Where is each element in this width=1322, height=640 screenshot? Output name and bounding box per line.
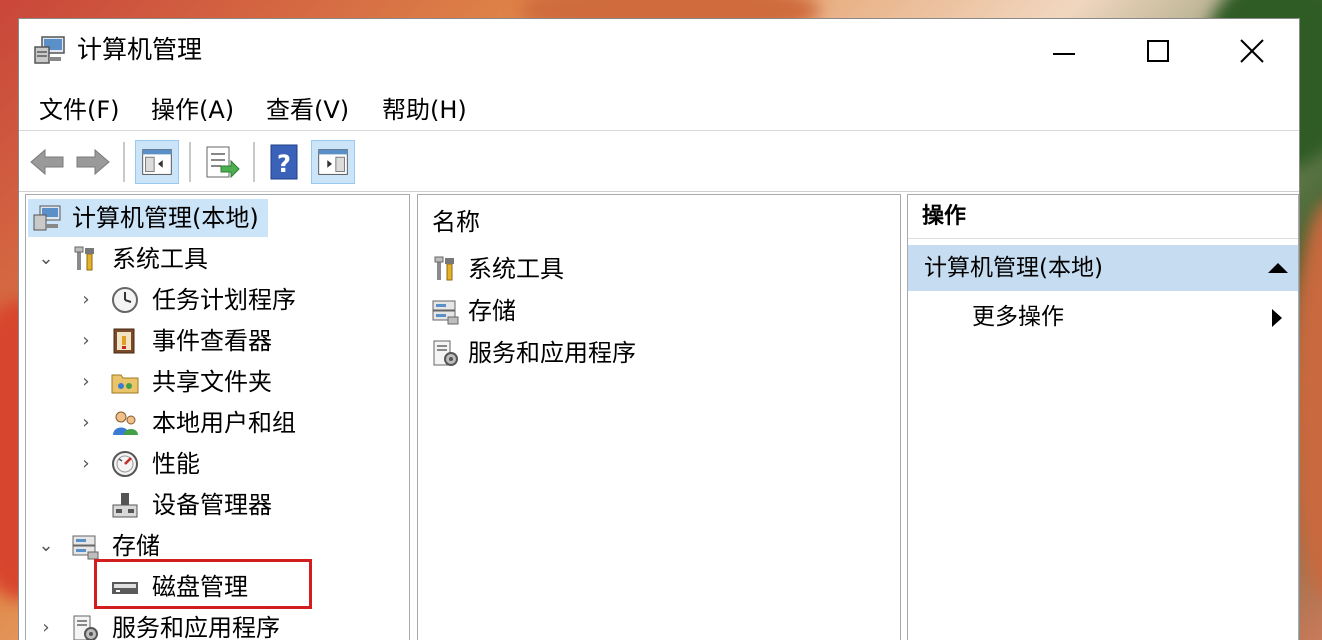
tree-label: 计算机管理(本地) (72, 204, 259, 232)
submenu-arrow-icon[interactable] (1272, 309, 1282, 327)
console-tree-pane: 计算机管理(本地) ⌄ 系统工具 › 任务计划程序 › 事件查看器 › 共享文件… (25, 194, 410, 640)
system-tools-icon (74, 246, 94, 271)
window-title: 计算机管理 (77, 35, 203, 64)
show-hide-console-tree-icon[interactable] (135, 140, 179, 184)
chevron-right-icon[interactable]: › (76, 331, 96, 351)
actions-pane: 操作 计算机管理(本地) 更多操作 (907, 194, 1299, 640)
chevron-right-icon[interactable]: › (76, 413, 96, 433)
minimize-icon[interactable] (1029, 29, 1099, 73)
svg-text:?: ? (277, 150, 291, 178)
tree-item-event-viewer[interactable]: › 事件查看器 (26, 322, 386, 360)
computer-management-icon (34, 36, 65, 64)
actions-title: 操作 (908, 195, 1298, 239)
storage-icon (72, 535, 99, 560)
actions-section-label: 计算机管理(本地) (924, 255, 1103, 281)
chevron-right-icon[interactable]: › (76, 290, 96, 310)
tree-item-device-manager[interactable]: 设备管理器 (26, 486, 386, 524)
tree-item-performance[interactable]: › 性能 (26, 445, 386, 483)
clock-icon (112, 287, 138, 313)
export-list-icon[interactable] (199, 140, 243, 184)
shared-folder-icon (111, 374, 139, 394)
menu-action[interactable]: 操作(A) (151, 93, 234, 127)
more-actions-item[interactable]: 更多操作 (972, 297, 1064, 337)
collapse-up-icon[interactable] (1268, 263, 1288, 273)
storage-icon (432, 300, 459, 325)
maximize-icon[interactable] (1123, 29, 1193, 73)
toolbar-separator (253, 142, 255, 182)
chevron-right-icon[interactable]: › (76, 372, 96, 392)
event-viewer-icon (113, 328, 135, 354)
services-icon (73, 615, 98, 640)
toolbar-separator (189, 142, 191, 182)
toolbar: ? (19, 132, 1299, 192)
device-manager-icon (112, 493, 138, 518)
chevron-down-icon[interactable]: ⌄ (36, 536, 56, 556)
help-icon[interactable]: ? (263, 140, 307, 184)
chevron-right-icon[interactable]: › (76, 454, 96, 474)
list-item-label: 服务和应用程序 (468, 339, 636, 367)
tree-label: 事件查看器 (152, 327, 272, 355)
toolbar-separator (123, 142, 125, 182)
computer-management-window: 计算机管理 文件(F) 操作(A) 查看(V) 帮助(H) ? 计算机管理(本地… (18, 18, 1300, 640)
show-hide-action-pane-icon[interactable] (311, 140, 355, 184)
results-pane: 名称 系统工具 存储 服务和应用程序 (417, 194, 901, 640)
tree-item-task-scheduler[interactable]: › 任务计划程序 (26, 281, 386, 319)
menu-view[interactable]: 查看(V) (266, 93, 349, 127)
list-item-label: 系统工具 (468, 255, 564, 283)
tree-label: 服务和应用程序 (112, 614, 280, 640)
actions-section-header[interactable]: 计算机管理(本地) (908, 245, 1298, 291)
tree-label: 本地用户和组 (152, 409, 296, 437)
chevron-down-icon[interactable]: ⌄ (36, 249, 56, 269)
services-icon (433, 340, 458, 366)
tree-item-system-tools[interactable]: ⌄ 系统工具 (26, 240, 386, 278)
tree-label: 任务计划程序 (152, 286, 296, 314)
menu-bar: 文件(F) 操作(A) 查看(V) 帮助(H) (19, 89, 1299, 131)
tree-item-local-users-groups[interactable]: › 本地用户和组 (26, 404, 386, 442)
tree-label: 设备管理器 (152, 491, 272, 519)
computer-management-icon (33, 205, 61, 231)
tree-item-shared-folders[interactable]: › 共享文件夹 (26, 363, 386, 401)
highlight-box (94, 559, 312, 609)
list-item[interactable]: 系统工具 (428, 249, 748, 289)
tree-label: 性能 (152, 450, 200, 478)
tree-label: 系统工具 (112, 245, 208, 273)
tree-label: 共享文件夹 (152, 368, 272, 396)
list-item[interactable]: 存储 (428, 291, 748, 331)
menu-file[interactable]: 文件(F) (39, 93, 120, 127)
forward-arrow-icon[interactable] (71, 140, 115, 184)
system-tools-icon (434, 256, 454, 281)
list-item[interactable]: 服务和应用程序 (428, 333, 748, 373)
performance-icon (112, 451, 138, 477)
title-bar[interactable]: 计算机管理 (19, 19, 1299, 83)
list-item-label: 存储 (468, 297, 516, 325)
menu-help[interactable]: 帮助(H) (382, 93, 467, 127)
close-icon[interactable] (1217, 29, 1287, 73)
tree-item-computer-management[interactable]: 计算机管理(本地) (28, 199, 268, 237)
chevron-right-icon[interactable]: › (36, 618, 56, 638)
back-arrow-icon[interactable] (25, 140, 69, 184)
column-header-name[interactable]: 名称 (432, 205, 480, 239)
tree-item-services-applications[interactable]: › 服务和应用程序 (26, 609, 386, 640)
users-group-icon (113, 411, 138, 435)
